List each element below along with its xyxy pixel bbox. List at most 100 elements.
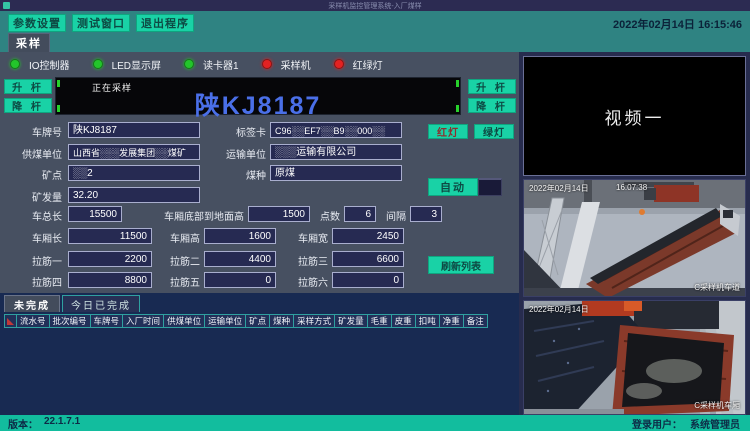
auto-toggle-indicator[interactable]	[478, 178, 502, 196]
bed-length-field[interactable]: 11500	[68, 228, 152, 244]
col-batch[interactable]: 批次编号	[50, 314, 91, 328]
tab-today-done[interactable]: 今日已完成	[62, 295, 140, 312]
col-gross[interactable]: 毛重	[368, 314, 392, 328]
led-screen-label: LED显示屏	[112, 57, 161, 72]
tie2-label: 拉筋二	[156, 253, 200, 268]
sampler-label: 采样机	[281, 57, 311, 72]
tie1-field[interactable]: 2200	[68, 251, 152, 267]
version-value: 22.1.7.1	[44, 416, 80, 431]
traffic-light-led-icon	[334, 59, 344, 69]
tie4-label: 拉筋四	[0, 274, 62, 289]
lower-rod-left-button[interactable]: 降 杆	[4, 98, 52, 113]
tie5-label: 拉筋五	[156, 274, 200, 289]
plate-field[interactable]: 陕KJ8187	[68, 122, 200, 138]
table-corner-cell	[4, 314, 17, 328]
cam1-date-overlay: 2022年02月14日	[529, 183, 589, 194]
bed-to-ground-field[interactable]: 1500	[248, 206, 310, 222]
card-reader-label: 读卡器1	[203, 57, 239, 72]
supplier-label: 供煤单位	[0, 146, 62, 161]
test-window-button[interactable]: 测试窗口	[72, 14, 130, 32]
truck-total-length-label: 车总长	[0, 208, 62, 223]
tag-card-label: 标签卡	[204, 124, 266, 139]
col-mine-point[interactable]: 矿点	[246, 314, 270, 328]
tab-unfinished[interactable]: 未完成	[4, 295, 60, 312]
col-supplier[interactable]: 供煤单位	[164, 314, 205, 328]
video-panel-1: 视频一	[523, 56, 746, 176]
bed-width-field[interactable]: 2450	[332, 228, 404, 244]
tie5-field[interactable]: 0	[204, 272, 276, 288]
col-deduct[interactable]: 扣吨	[416, 314, 440, 328]
raise-rod-left-button[interactable]: 升 杆	[4, 79, 52, 94]
mine-point-field[interactable]: ░░2	[68, 165, 200, 181]
io-controller-led-icon	[10, 59, 20, 69]
param-settings-button[interactable]: 参数设置	[8, 14, 66, 32]
display-corner-marker	[456, 105, 459, 112]
camera-feed-lane-image	[524, 180, 746, 297]
tie2-field[interactable]: 4400	[204, 251, 276, 267]
mine-amount-label: 矿发量	[0, 189, 62, 204]
display-corner-marker	[57, 105, 60, 112]
col-net[interactable]: 净重	[440, 314, 464, 328]
device-status-row: IO控制器 LED显示屏 读卡器1 采样机 红绿灯	[10, 57, 397, 71]
traffic-light-label: 红绿灯	[353, 57, 383, 72]
mine-point-label: 矿点	[0, 167, 62, 182]
red-light-button[interactable]: 红灯	[428, 124, 468, 139]
camera-feed-bed-image	[524, 301, 746, 415]
table-header-row: 流水号 批次编号 车牌号 入厂时间 供煤单位 运输单位 矿点 煤种 采样方式 矿…	[4, 314, 488, 328]
camera-feed-bed: 2022年02月14日 C采样机车厢	[523, 300, 746, 415]
col-coal-type[interactable]: 煤种	[270, 314, 294, 328]
cam1-caption-overlay: C采样机车道	[694, 282, 740, 293]
bed-to-ground-label: 车厢底部到地面高	[122, 208, 244, 223]
raise-rod-right-button[interactable]: 升 杆	[468, 79, 516, 94]
points-label: 点数	[312, 208, 340, 223]
tie3-field[interactable]: 6600	[332, 251, 404, 267]
version-label: 版本：	[8, 416, 38, 431]
plate-number-display: 陕KJ8187	[56, 86, 460, 122]
bed-width-label: 车厢宽	[284, 230, 328, 245]
points-field[interactable]: 6	[344, 206, 376, 222]
cam2-date-overlay: 2022年02月14日	[529, 304, 589, 315]
col-tare[interactable]: 皮重	[392, 314, 416, 328]
display-corner-marker	[456, 80, 459, 87]
col-entry-time[interactable]: 入厂时间	[123, 314, 164, 328]
mine-amount-field[interactable]: 32.20	[68, 187, 200, 203]
col-remark[interactable]: 备注	[464, 314, 488, 328]
bed-height-field[interactable]: 1600	[204, 228, 276, 244]
coal-type-field[interactable]: 原煤	[270, 165, 402, 181]
refresh-list-button[interactable]: 刷新列表	[428, 256, 494, 274]
cam2-caption-overlay: C采样机车厢	[694, 400, 740, 411]
green-light-button[interactable]: 绿灯	[474, 124, 514, 139]
col-mine-amount[interactable]: 矿发量	[335, 314, 368, 328]
exit-program-button[interactable]: 退出程序	[136, 14, 194, 32]
col-transporter[interactable]: 运输单位	[205, 314, 246, 328]
interval-field[interactable]: 3	[410, 206, 442, 222]
status-bar: 版本： 22.1.7.1 登录用户： 系统管理员	[0, 415, 750, 431]
cam1-time-overlay: 16:07:38	[616, 183, 647, 192]
transporter-field[interactable]: ░░░运输有限公司	[270, 144, 402, 160]
tie4-field[interactable]: 8800	[68, 272, 152, 288]
supplier-field[interactable]: 山西省░░░发展集团░░煤矿	[68, 144, 200, 160]
tab-sampling[interactable]: 采样	[8, 33, 50, 52]
card-reader-led-icon	[184, 59, 194, 69]
bed-length-label: 车厢长	[0, 230, 62, 245]
col-sampling-mode[interactable]: 采样方式	[294, 314, 335, 328]
tie6-field[interactable]: 0	[332, 272, 404, 288]
lower-rod-right-button[interactable]: 降 杆	[468, 98, 516, 113]
bed-height-label: 车厢高	[156, 230, 200, 245]
title-bar: 采样机监控管理系统-入厂煤样	[0, 0, 750, 11]
col-serial[interactable]: 流水号	[17, 314, 50, 328]
auto-button[interactable]: 自动	[428, 178, 478, 196]
truck-total-length-field[interactable]: 15500	[68, 206, 122, 222]
transporter-label: 运输单位	[204, 146, 266, 161]
plate-label: 车牌号	[0, 124, 62, 139]
tie6-label: 拉筋六	[284, 274, 328, 289]
led-screen-led-icon	[93, 59, 103, 69]
window-title: 采样机监控管理系统-入厂煤样	[0, 1, 750, 11]
login-user-label: 登录用户：	[632, 416, 682, 431]
col-plate[interactable]: 车牌号	[91, 314, 124, 328]
login-user-value: 系统管理员	[690, 416, 740, 431]
tag-card-field[interactable]: C96░░EF7░░B9░░000░░	[270, 122, 402, 138]
video1-label: 视频一	[605, 104, 665, 129]
display-corner-marker	[57, 80, 60, 87]
io-controller-label: IO控制器	[29, 57, 70, 72]
